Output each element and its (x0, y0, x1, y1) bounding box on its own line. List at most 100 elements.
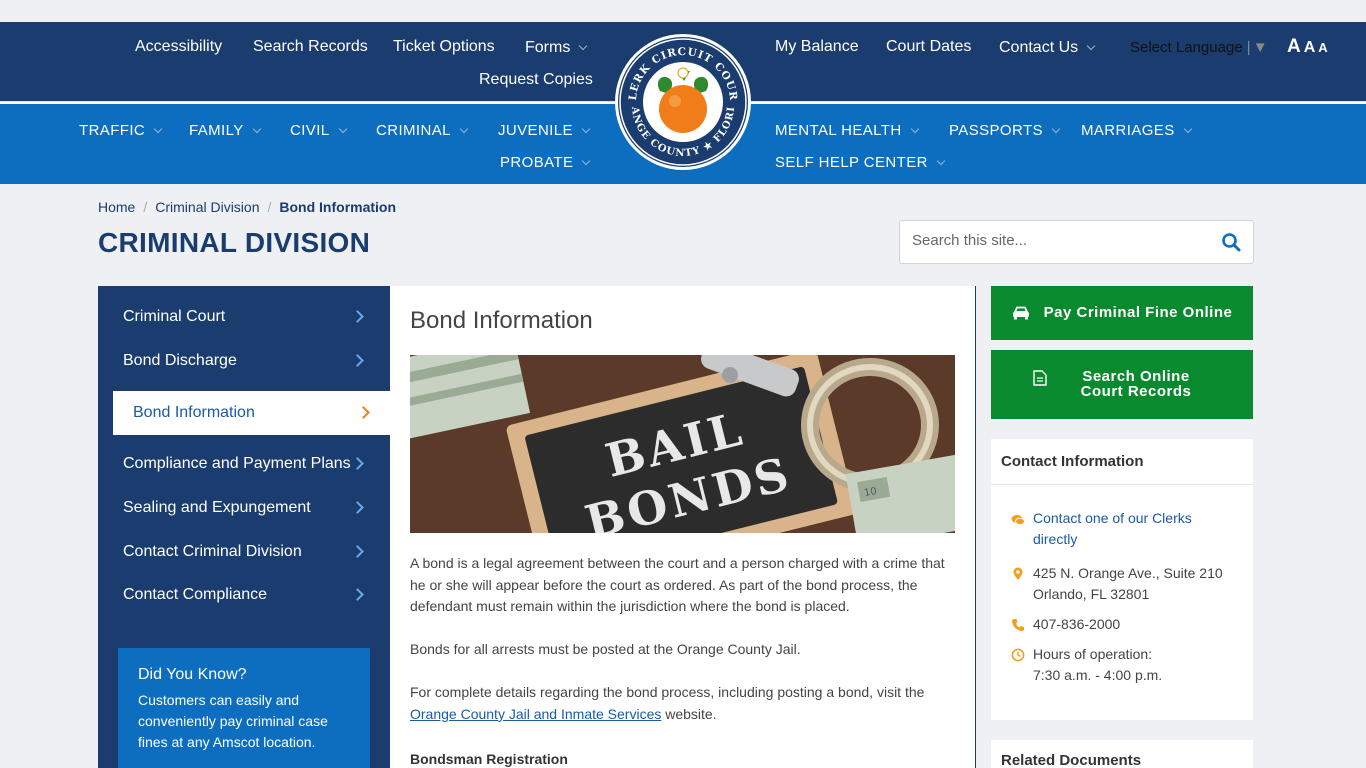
search-records-button-content: Search Online Court Records (991, 369, 1253, 399)
document-icon (1033, 370, 1047, 386)
nav-civil-label: CIVIL (290, 122, 330, 139)
bill-serial-text: 10 (863, 486, 877, 499)
chevron-right-icon (357, 406, 370, 419)
chevron-down-icon (582, 156, 591, 166)
nav-self-help-center[interactable]: SELF HELP CENTER (775, 154, 946, 171)
nav-passports-label: PASSPORTS (949, 122, 1043, 139)
nav-self-help-center-label: SELF HELP CENTER (775, 154, 928, 171)
breadcrumb-criminal-division[interactable]: Criminal Division (155, 199, 259, 215)
phone-number: 407-836-2000 (1033, 616, 1121, 632)
nav-contact-us-label: Contact Us (999, 39, 1079, 56)
address-line-2: Orlando, FL 32801 (1033, 586, 1150, 602)
contact-information-panel: Contact Information Contact one of our C… (991, 439, 1253, 720)
clerk-seal-logo[interactable]: CLERK CIRCUIT COURT ORANGE COUNTY ★ FLOR… (614, 33, 752, 171)
chevron-right-icon (351, 354, 364, 367)
chevron-down-icon (910, 124, 919, 134)
sidebar-item-sealing-expungement[interactable]: Sealing and Expungement (98, 486, 390, 530)
language-separator: | (1246, 39, 1251, 56)
chevron-right-icon (351, 545, 364, 558)
nav-my-balance[interactable]: My Balance (775, 38, 859, 56)
nav-ticket-options[interactable]: Ticket Options (393, 38, 495, 56)
hours-value: 7:30 a.m. - 4:00 p.m. (1033, 667, 1163, 683)
text-size-small[interactable]: A (1318, 40, 1327, 55)
nav-request-copies[interactable]: Request Copies (479, 71, 593, 89)
bondsman-registration-heading: Bondsman Registration (410, 751, 568, 767)
nav-civil[interactable]: CIVIL (290, 122, 347, 139)
nav-juvenile[interactable]: JUVENILE (498, 122, 591, 139)
nav-criminal[interactable]: CRIMINAL (376, 122, 469, 139)
site-search (899, 220, 1254, 264)
sidebar-item-bond-discharge[interactable]: Bond Discharge (98, 339, 390, 383)
nav-mental-health-label: MENTAL HEALTH (775, 122, 902, 139)
breadcrumb-separator: / (143, 199, 148, 215)
nav-contact-us[interactable]: Contact Us (999, 39, 1096, 57)
sidebar-item-criminal-court[interactable]: Criminal Court (98, 295, 390, 339)
content-paragraph-3: For complete details regarding the bond … (410, 682, 950, 725)
sidebar-item-label: Contact Compliance (123, 586, 268, 603)
search-online-court-records-label: Search Online Court Records (1080, 368, 1192, 400)
search-online-court-records-button[interactable]: Search Online Court Records (991, 350, 1253, 419)
chevron-down-icon (581, 124, 591, 134)
nav-probate[interactable]: PROBATE (500, 154, 591, 171)
sidebar-item-label: Sealing and Expungement (123, 499, 311, 516)
car-icon (1012, 306, 1029, 320)
contact-clerk-item: Contact one of our Clerks directly (1033, 508, 1233, 550)
sidebar-item-contact-criminal-division[interactable]: Contact Criminal Division (98, 530, 390, 574)
nav-court-dates[interactable]: Court Dates (886, 38, 971, 56)
page-title: CRIMINAL DIVISION (98, 227, 371, 258)
nav-family[interactable]: FAMILY (189, 122, 261, 139)
nav-probate-label: PROBATE (500, 154, 574, 171)
did-you-know-box: Did You Know? Customers can easily and c… (118, 648, 370, 768)
language-select[interactable]: Select Language | ▼ (1130, 39, 1268, 56)
nav-criminal-label: CRIMINAL (376, 122, 451, 139)
main-content: Bond Information BAIL BONDS 10 A bond is… (390, 286, 976, 768)
address-line-1: 425 N. Orange Ave., Suite 210 (1033, 565, 1223, 581)
nav-traffic[interactable]: TRAFFIC (79, 122, 163, 139)
phone-icon (1012, 619, 1024, 631)
text-size-medium[interactable]: A (1304, 39, 1316, 57)
sidebar-item-label: Contact Criminal Division (123, 543, 302, 560)
search-input[interactable] (912, 232, 1212, 249)
chevron-down-icon (459, 124, 469, 134)
contact-information-title: Contact Information (991, 439, 1253, 485)
chevron-down-icon (1183, 124, 1192, 134)
text-size-large[interactable]: A (1287, 36, 1301, 58)
sidebar-item-label: Criminal Court (123, 308, 226, 325)
nav-marriages-label: MARRIAGES (1081, 122, 1175, 139)
nav-accessibility[interactable]: Accessibility (135, 38, 222, 56)
chat-icon (1011, 515, 1025, 526)
sidebar-item-bond-information[interactable]: Bond Information (113, 391, 390, 435)
sidebar-item-compliance-payment-plans[interactable]: Compliance and Payment Plans (98, 442, 390, 486)
chevron-down-icon (1051, 124, 1061, 134)
related-documents-title: Related Documents (1001, 752, 1142, 768)
paragraph-3-text: For complete details regarding the bond … (410, 684, 925, 700)
chevron-right-icon (351, 457, 364, 470)
nav-forms[interactable]: Forms (525, 39, 588, 57)
nav-juvenile-label: JUVENILE (498, 122, 573, 139)
breadcrumb-home[interactable]: Home (98, 199, 135, 215)
chevron-right-icon (351, 310, 364, 323)
nav-mental-health[interactable]: MENTAL HEALTH (775, 122, 919, 139)
sidebar-item-contact-compliance[interactable]: Contact Compliance (98, 573, 390, 617)
nav-passports[interactable]: PASSPORTS (949, 122, 1061, 139)
bail-bonds-image: BAIL BONDS 10 (410, 355, 955, 533)
map-marker-icon (1013, 567, 1023, 580)
chevron-down-icon (252, 124, 261, 134)
nav-search-records[interactable]: Search Records (253, 38, 368, 56)
sidebar-item-label: Bond Discharge (123, 352, 237, 369)
content-paragraph-2: Bonds for all arrests must be posted at … (410, 641, 801, 657)
pay-criminal-fine-button[interactable]: Pay Criminal Fine Online (991, 286, 1253, 340)
search-icon[interactable] (1221, 232, 1241, 252)
breadcrumb-separator: / (267, 199, 272, 215)
nav-marriages[interactable]: MARRIAGES (1081, 122, 1192, 139)
contact-clerk-link[interactable]: Contact one of our Clerks directly (1033, 510, 1192, 547)
related-documents-panel: Related Documents (991, 740, 1253, 768)
chevron-down-icon (153, 124, 163, 134)
jail-inmate-services-link[interactable]: Orange County Jail and Inmate Services (410, 706, 661, 722)
language-select-label: Select Language (1130, 39, 1243, 56)
hours-item: Hours of operation: 7:30 a.m. - 4:00 p.m… (1033, 644, 1162, 686)
top-strip (0, 0, 1366, 22)
nav-traffic-label: TRAFFIC (79, 122, 146, 139)
nav-family-label: FAMILY (189, 122, 244, 139)
address-item: 425 N. Orange Ave., Suite 210 Orlando, F… (1033, 563, 1223, 605)
